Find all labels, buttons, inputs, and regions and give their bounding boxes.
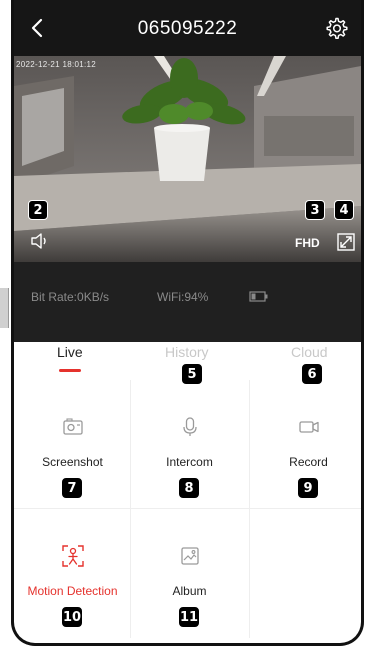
top-bar: 065095222 1	[14, 0, 361, 80]
active-tab-indicator	[59, 369, 81, 372]
video-frame-image	[14, 56, 361, 262]
action-grid: Screenshot 7 Intercom 8 Record 9 Motion …	[14, 380, 361, 643]
bitrate-text: Bit Rate:0KB/s	[31, 290, 110, 304]
fullscreen-icon[interactable]	[336, 232, 356, 252]
album-button[interactable]: Album 11	[131, 509, 248, 637]
intercom-button[interactable]: Intercom 8	[131, 380, 248, 508]
audio-callout-badge: 2	[28, 200, 48, 220]
image-icon	[181, 547, 199, 565]
screenshot-callout-badge: 7	[62, 478, 82, 498]
tab-history[interactable]: History	[165, 344, 209, 360]
gear-icon[interactable]	[323, 15, 349, 41]
album-callout-badge: 11	[179, 607, 199, 627]
record-callout-badge: 9	[298, 478, 318, 498]
motion-detection-icon	[62, 545, 84, 567]
video-camera-icon	[299, 421, 319, 433]
speaker-icon[interactable]	[30, 231, 52, 251]
intercom-label: Intercom	[166, 455, 213, 469]
album-label: Album	[172, 584, 207, 598]
record-label: Record	[289, 455, 328, 469]
record-button[interactable]: Record 9	[250, 380, 361, 508]
fullscreen-callout-badge: 4	[334, 200, 354, 220]
mode-tabs: Live History Cloud 5 6	[14, 342, 361, 384]
video-timestamp: 2022-12-21 18:01:12	[16, 60, 96, 69]
device-title: 065095222	[137, 18, 238, 39]
side-edge-marker	[0, 288, 9, 328]
motion-detection-button[interactable]: Motion Detection 10	[14, 509, 131, 637]
motion-detection-label: Motion Detection	[27, 584, 118, 598]
stream-status-bar: Bit Rate:0KB/s WiFi:94%	[14, 262, 361, 342]
tab-live[interactable]: Live	[57, 344, 83, 360]
camera-icon	[63, 418, 83, 435]
intercom-callout-badge: 8	[179, 478, 199, 498]
microphone-icon	[183, 417, 197, 436]
tab-cloud[interactable]: Cloud	[291, 344, 328, 360]
phone-frame: 065095222 1	[11, 0, 364, 646]
wifi-text: WiFi:94%	[157, 290, 209, 304]
screenshot-label: Screenshot	[42, 455, 103, 469]
quality-toggle[interactable]: FHD	[295, 236, 320, 250]
battery-icon	[249, 291, 268, 302]
live-video-feed[interactable]: 2022-12-21 18:01:12 2 3 4 FHD	[14, 56, 361, 262]
motion-detection-callout-badge: 10	[62, 607, 82, 627]
screenshot-button[interactable]: Screenshot 7	[14, 380, 131, 508]
quality-callout-badge: 3	[305, 200, 325, 220]
